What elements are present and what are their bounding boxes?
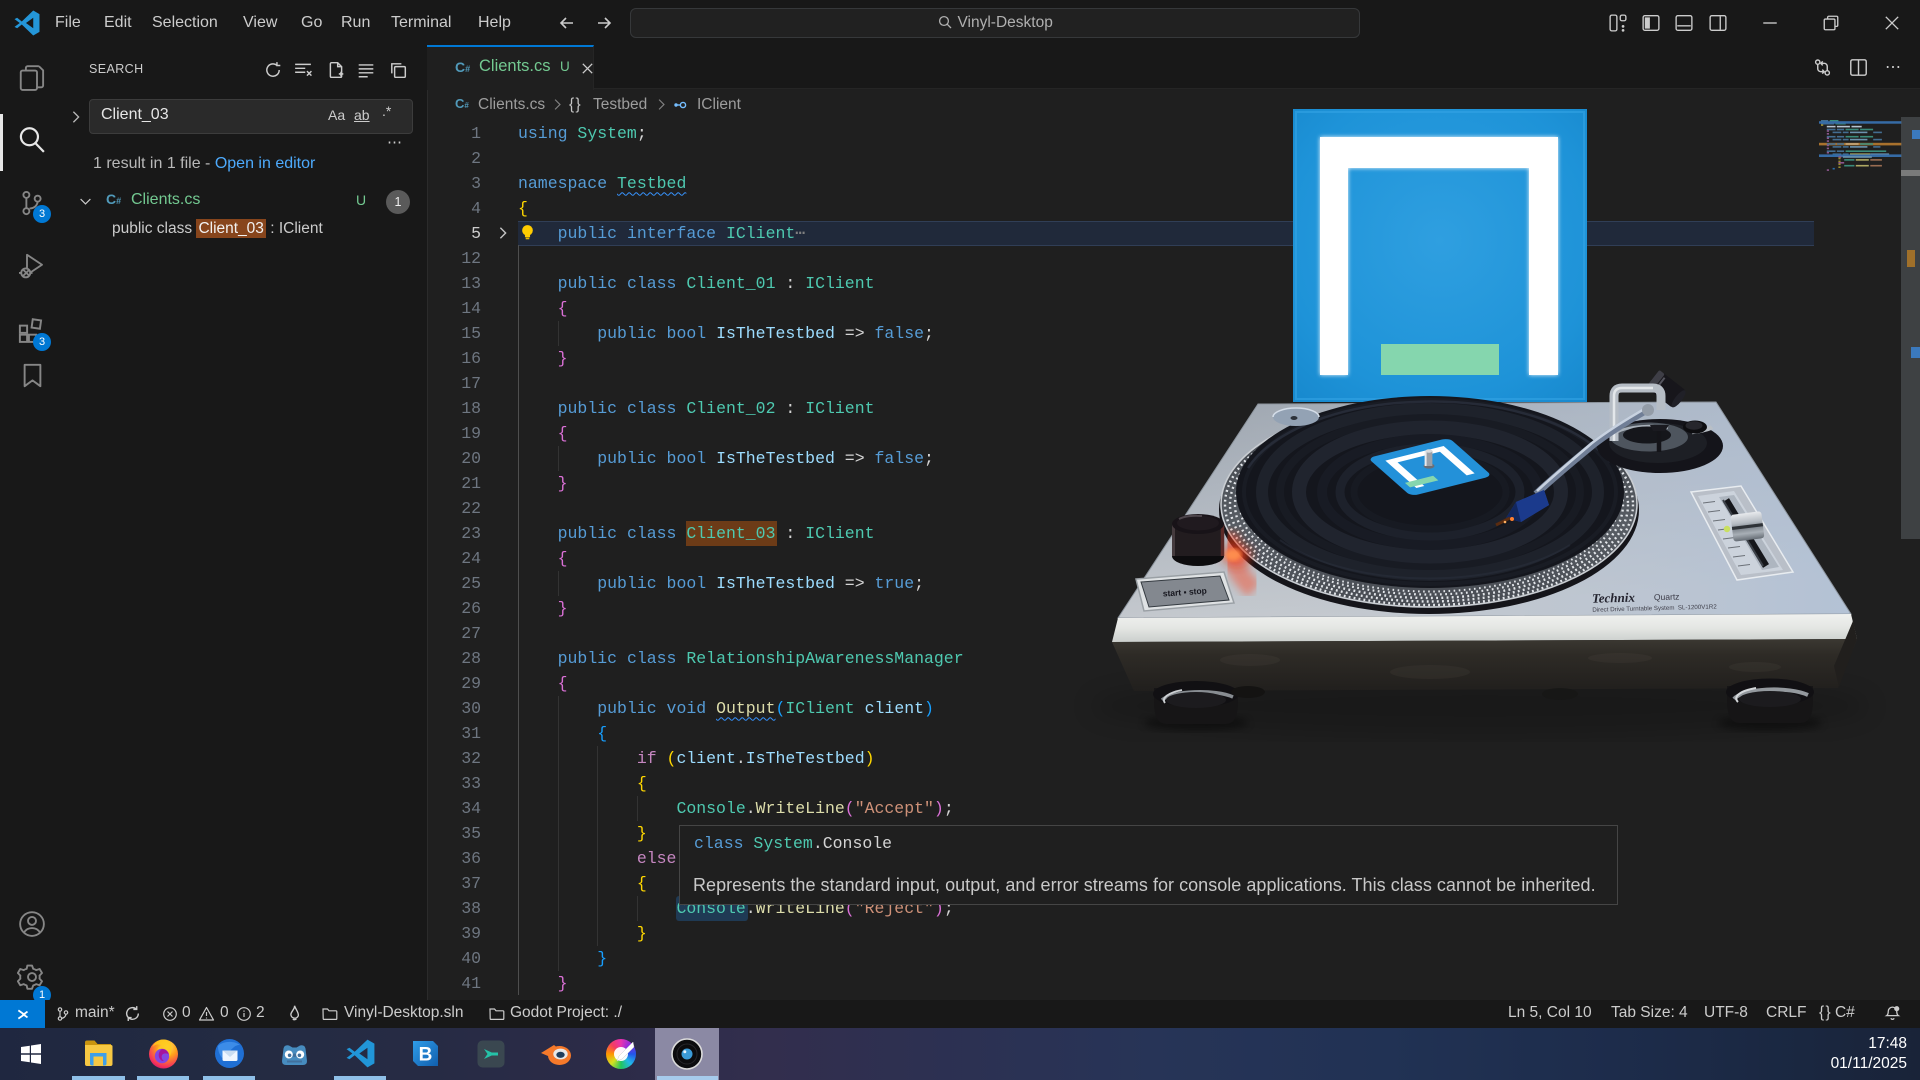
svg-text:Quartz: Quartz [1654,591,1680,602]
svg-text:Technix: Technix [1592,590,1636,606]
svg-text:B: B [419,1045,433,1066]
